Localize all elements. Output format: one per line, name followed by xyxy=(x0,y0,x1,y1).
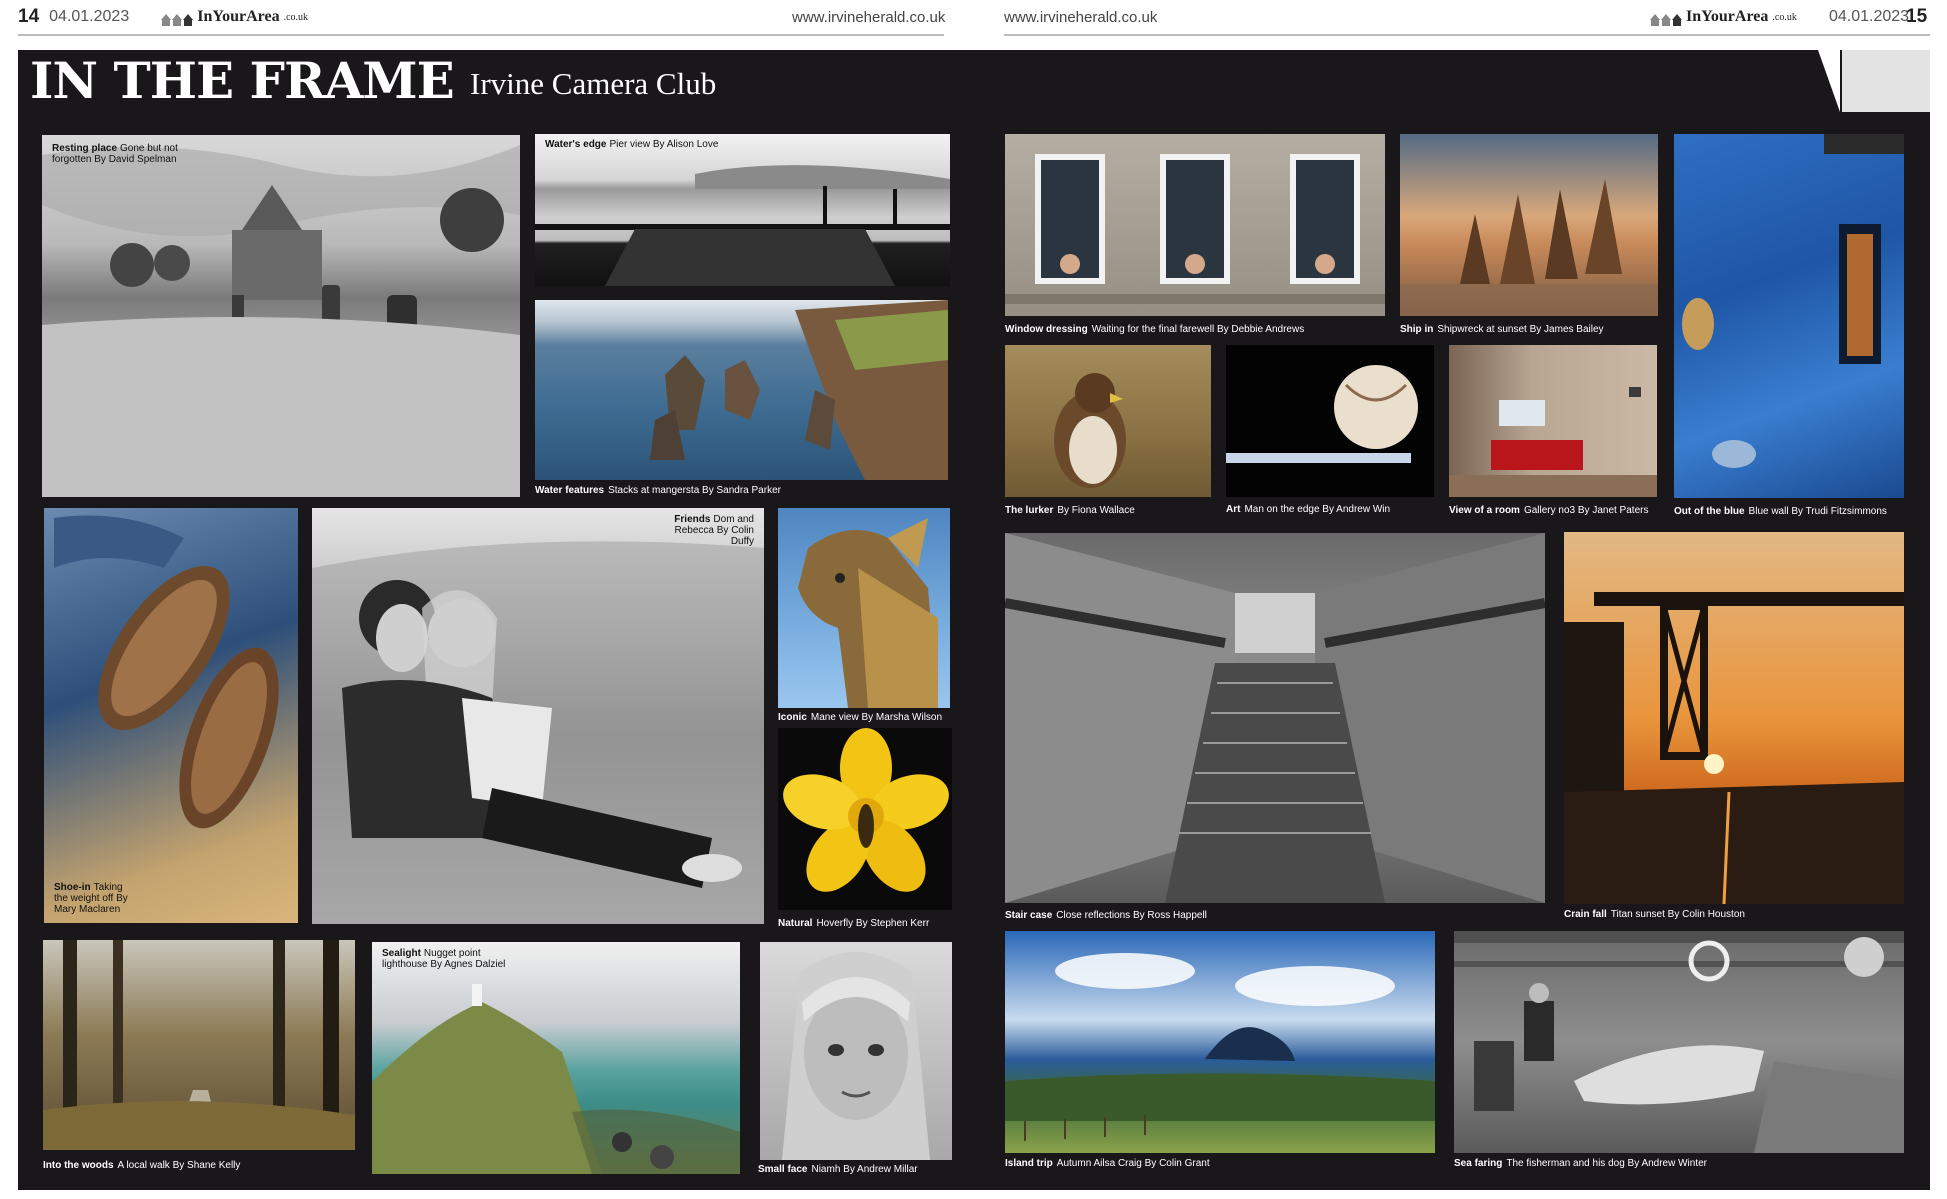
pier-illustration xyxy=(535,165,950,286)
caption-crain-fall: Crain fall Titan sunset By Colin Houston xyxy=(1564,909,1745,920)
caption-view-of-a-room: View of a room Gallery no3 By Janet Pater… xyxy=(1449,505,1649,516)
fisherman-illustration xyxy=(1454,931,1904,1153)
photo-view-of-a-room[interactable] xyxy=(1449,345,1657,497)
ailsa-craig-illustration xyxy=(1005,953,1435,1141)
caption-small-face: Small face Niamh By Andrew Millar xyxy=(758,1164,918,1175)
photo-iconic[interactable] xyxy=(778,508,950,708)
graveyard-illustration xyxy=(42,145,520,497)
caption-art: Art Man on the edge By Andrew Win xyxy=(1226,504,1391,515)
caption-iconic: Iconic Mane view By Marsha Wilson xyxy=(778,712,943,723)
left-brand-name: InYourArea xyxy=(197,8,280,25)
caption-into-the-woods: Into the woods A local walk By Shane Kell… xyxy=(43,1160,241,1171)
houses-icon xyxy=(1650,14,1682,26)
photo-shoe-in[interactable] xyxy=(44,508,298,923)
caption-waters-edge: Water's edge Pier view By Alison Love xyxy=(545,139,719,150)
left-rule xyxy=(18,34,944,36)
crane-illustration xyxy=(1564,592,1904,904)
photo-out-of-the-blue[interactable] xyxy=(1674,134,1904,498)
caption-sealight: Sealight Nugget point lighthouse By Agnes… xyxy=(382,948,506,970)
photo-water-features[interactable] xyxy=(535,300,948,480)
caption-the-lurker: The lurker By Fiona Wallace xyxy=(1005,505,1135,516)
left-brand-suffix: .co.uk xyxy=(283,11,309,23)
shoes-illustration xyxy=(54,515,279,829)
right-url[interactable]: www.irvineherald.co.uk xyxy=(1004,9,1157,26)
left-page-number: 14 xyxy=(18,6,40,27)
shipwreck-illustration xyxy=(1400,179,1658,316)
flower-illustration xyxy=(783,728,949,892)
left-url[interactable]: www.irvineherald.co.uk xyxy=(792,9,945,26)
stone-ball-illustration xyxy=(1226,365,1418,463)
left-folio: 14 04.01.2023 InYourArea .co.uk www.irvin… xyxy=(18,0,948,34)
header-band-cut xyxy=(1818,50,1840,112)
caption-sea-faring: Sea faring The fisherman and his dog By A… xyxy=(1454,1158,1708,1169)
photo-sealight[interactable] xyxy=(372,942,740,1174)
photo-into-the-woods[interactable] xyxy=(43,940,355,1150)
right-rule xyxy=(1004,34,1930,36)
section-title: IN THE FRAME xyxy=(30,51,455,110)
sea-stacks-illustration xyxy=(650,300,948,480)
houses-icon xyxy=(161,14,194,26)
photo-small-face[interactable] xyxy=(760,942,952,1160)
caption-window-dressing: Window dressing Waiting for the final far… xyxy=(1005,324,1305,335)
photo-stair-case[interactable] xyxy=(1005,533,1545,903)
windows-illustration xyxy=(1005,154,1385,304)
photo-resting-place[interactable] xyxy=(42,135,520,497)
kelpie-illustration xyxy=(798,518,938,708)
photo-sea-faring[interactable] xyxy=(1454,931,1904,1153)
gallery-room-illustration xyxy=(1449,387,1657,497)
caption-island-trip: Island trip Autumn Ailsa Craig By Colin G… xyxy=(1005,1158,1210,1169)
hawk-illustration xyxy=(1054,373,1126,488)
blue-wall-illustration xyxy=(1682,134,1904,468)
right-folio: www.irvineherald.co.uk InYourArea .co.uk … xyxy=(1004,0,1930,34)
couple-illustration xyxy=(312,541,764,924)
right-page-number: 15 xyxy=(1906,6,1928,27)
caption-out-of-the-blue: Out of the blue Blue wall By Trudi Fitzsi… xyxy=(1674,506,1887,517)
trees-illustration xyxy=(43,940,355,1150)
child-portrait-illustration xyxy=(782,952,930,1160)
photo-natural[interactable] xyxy=(778,728,952,910)
caption-shoe-in: Shoe-in Taking the weight off By Mary Mac… xyxy=(54,882,128,915)
right-date: 04.01.2023 xyxy=(1829,8,1910,25)
left-brand-logo: InYourArea .co.uk xyxy=(161,8,308,26)
caption-water-features: Water features Stacks at mangersta By San… xyxy=(535,485,781,496)
staircase-illustration xyxy=(1005,533,1545,903)
photo-art[interactable] xyxy=(1226,345,1434,497)
header-band-tab xyxy=(1842,50,1930,112)
section-subtitle: Irvine Camera Club xyxy=(470,66,717,101)
lighthouse-illustration xyxy=(372,984,740,1174)
photo-the-lurker[interactable] xyxy=(1005,345,1211,497)
right-brand-suffix: .co.uk xyxy=(1772,11,1797,23)
right-brand-logo: InYourArea .co.uk xyxy=(1650,8,1797,26)
caption-stair-case: Stair case Close reflections By Ross Happ… xyxy=(1005,910,1207,921)
photo-ship-in[interactable] xyxy=(1400,134,1658,316)
photo-crain-fall[interactable] xyxy=(1564,532,1904,904)
caption-ship-in: Ship in Shipwreck at sunset By James Bail… xyxy=(1400,324,1604,335)
photo-waters-edge[interactable] xyxy=(535,134,950,286)
photo-window-dressing[interactable] xyxy=(1005,134,1385,316)
photo-island-trip[interactable] xyxy=(1005,931,1435,1153)
caption-natural: Natural Hoverfly By Stephen Kerr xyxy=(778,918,930,929)
caption-resting-place: Resting place Gone but not forgotten By D… xyxy=(52,143,178,165)
right-brand-name: InYourArea xyxy=(1686,8,1769,25)
left-date: 04.01.2023 xyxy=(49,8,130,25)
photo-friends[interactable] xyxy=(312,508,764,924)
caption-friends: Friends Dom and Rebecca By Colin Duffy xyxy=(674,514,754,547)
